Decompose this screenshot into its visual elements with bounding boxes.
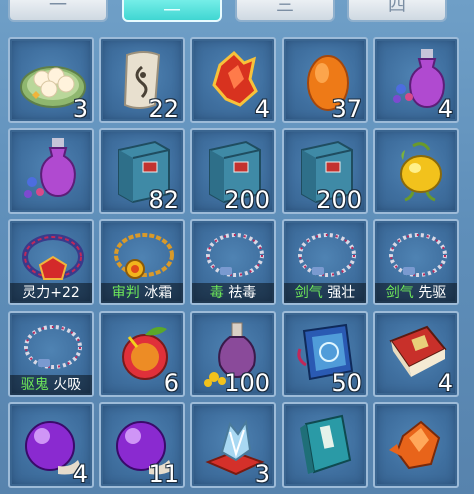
tab-label: 三 [276,0,294,16]
golden-fruit-icon [400,142,442,202]
item-attribute: 火吸 [53,377,82,393]
item-count: 82 [148,186,179,214]
item-affix: 毒 [209,285,224,301]
item-label: 驱鬼 火吸 [10,375,92,395]
item-count: 200 [224,186,270,214]
tab-3[interactable]: 三 [235,0,335,22]
teal-book-icon [300,414,352,474]
purple-vase-icon [24,138,76,198]
item-count: 4 [72,460,88,488]
inventory-slot[interactable]: 100 [190,311,276,397]
item-count: 6 [163,369,179,397]
item-count: 50 [331,369,362,397]
item-label: 剑气 强壮 [284,283,366,303]
item-label: 灵力+22 [10,283,92,303]
inventory-slot[interactable] [373,402,459,488]
item-count: 22 [148,95,179,123]
tab-label: 二 [163,0,181,16]
item-affix: 剑气 [385,285,414,301]
tab-label: 四 [388,0,406,16]
inventory-slot[interactable]: 200 [282,128,368,214]
item-attribute: 冰霜 [144,285,173,301]
item-attribute: 灵力+22 [22,285,80,301]
inventory-slot[interactable]: 4 [373,311,459,397]
inventory-slot[interactable]: 剑气 先驱 [373,219,459,305]
item-count: 4 [254,95,270,123]
item-label: 剑气 先驱 [375,283,457,303]
inventory-slot[interactable]: 6 [99,311,185,397]
tab-label: 一 [49,0,67,16]
tab-4[interactable]: 四 [347,0,447,22]
inventory-slot[interactable]: 3 [8,37,94,123]
item-count: 4 [437,95,453,123]
item-count: 200 [316,186,362,214]
item-attribute: 先驱 [418,285,447,301]
item-count: 3 [72,95,88,123]
inventory-slot[interactable]: 50 [282,311,368,397]
item-attribute: 强壮 [327,285,356,301]
inventory-slot[interactable]: 灵力+22 [8,219,94,305]
inventory-grid: 3 22 4 37 4 82 200 200 灵力+22 审判 冰霜 毒 祛毒 … [0,31,474,494]
item-affix: 剑气 [294,285,323,301]
item-label: 审判 冰霜 [101,283,183,303]
inventory-slot[interactable]: 22 [99,37,185,123]
inventory-slot[interactable]: 200 [190,128,276,214]
inventory-slot[interactable]: 剑气 强壮 [282,219,368,305]
inventory-slot[interactable] [282,402,368,488]
tab-1[interactable]: 一 [8,0,108,22]
inventory-slot[interactable]: 4 [190,37,276,123]
inventory-slot[interactable]: 4 [8,402,94,488]
tab-bar: 一 二 三 四 [0,0,474,24]
item-count: 11 [148,460,179,488]
item-count: 4 [437,369,453,397]
item-count: 37 [331,95,362,123]
inventory-slot[interactable]: 毒 祛毒 [190,219,276,305]
item-count: 100 [224,369,270,397]
inventory-slot[interactable]: 驱鬼 火吸 [8,311,94,397]
inventory-slot[interactable]: 4 [373,37,459,123]
tab-2[interactable]: 二 [122,0,222,22]
inventory-slot[interactable] [8,128,94,214]
inventory-slot[interactable]: 3 [190,402,276,488]
inventory-slot[interactable]: 11 [99,402,185,488]
item-count: 3 [254,460,270,488]
item-affix: 审判 [111,285,140,301]
inventory-slot[interactable]: 审判 冰霜 [99,219,185,305]
inventory-slot[interactable]: 82 [99,128,185,214]
inventory-slot[interactable] [373,128,459,214]
item-label: 毒 祛毒 [192,283,274,303]
orange-gem-icon [389,420,441,470]
item-affix: 驱鬼 [20,377,49,393]
inventory-slot[interactable]: 37 [282,37,368,123]
item-attribute: 祛毒 [228,285,257,301]
